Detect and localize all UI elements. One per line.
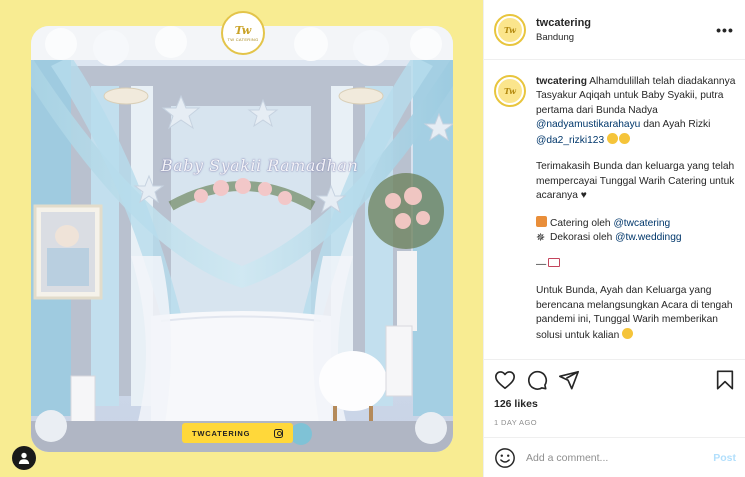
post-header-meta: twcatering Bandung bbox=[536, 17, 715, 43]
caption-paragraph-3: Catering oleh @twcatering ✵ Dekorasi oleh… bbox=[536, 215, 736, 246]
post-photo: Baby Syakii Ramadhan bbox=[31, 26, 453, 452]
caption-avatar[interactable]: Tw bbox=[494, 75, 526, 107]
instagram-icon bbox=[274, 428, 283, 438]
avatar[interactable]: Tw bbox=[494, 13, 526, 46]
header-username[interactable]: twcatering bbox=[536, 17, 715, 29]
post-comment-button[interactable]: Post bbox=[713, 452, 736, 464]
decoration-banner-text: Baby Syakii Ramadhan bbox=[161, 156, 359, 175]
caption-avatar-logo: Tw bbox=[498, 79, 522, 103]
black-heart-icon: ♥ bbox=[580, 190, 587, 202]
more-icon[interactable]: ••• bbox=[715, 22, 735, 38]
post-header: Tw twcatering Bandung ••• bbox=[484, 0, 745, 60]
mention-tw-weddingg[interactable]: @tw.weddingg bbox=[615, 232, 681, 243]
person-glyph bbox=[18, 452, 30, 464]
caption-paragraph-dash: — bbox=[536, 257, 736, 272]
dash-text: — bbox=[536, 258, 547, 270]
heart-icon[interactable] bbox=[494, 369, 516, 391]
post-actions: 126 likes 1 DAY AGO bbox=[484, 359, 745, 427]
action-icons bbox=[494, 368, 736, 392]
bento-box-icon bbox=[536, 215, 547, 227]
post-timestamp[interactable]: 1 DAY AGO bbox=[494, 418, 736, 427]
smiley-icon[interactable] bbox=[494, 447, 516, 469]
decoration-photo-illustration bbox=[31, 26, 453, 452]
caption-area: Tw twcatering Alhamdulillah telah diadak… bbox=[484, 61, 745, 359]
mention-rizki[interactable]: @da2_rizki123 bbox=[536, 135, 604, 146]
mention-nadya[interactable]: @nadyamustikarahayu bbox=[536, 119, 640, 130]
comment-icon[interactable] bbox=[526, 369, 548, 391]
brand-label: TWCATERING bbox=[192, 428, 251, 438]
post-side-panel: Tw twcatering Bandung ••• Tw twcatering … bbox=[483, 0, 745, 477]
logo-mark: Tw bbox=[234, 23, 252, 37]
comment-box: Post bbox=[484, 437, 745, 477]
likes-count[interactable]: 126 likes bbox=[494, 398, 736, 410]
caption-paragraph-1: twcatering Alhamdulillah telah diadakann… bbox=[536, 75, 736, 148]
smiling-face-icon bbox=[606, 132, 618, 144]
dekor-line: Dekorasi oleh bbox=[550, 232, 613, 244]
comment-input[interactable] bbox=[526, 451, 714, 464]
envelope-icon bbox=[548, 257, 561, 267]
user-tag-icon[interactable] bbox=[12, 446, 36, 470]
caption-text-2: Terimakasih Bunda dan keluarga yang tela… bbox=[536, 161, 735, 202]
smiling-face-icon bbox=[622, 327, 634, 339]
caption-text-4: Untuk Bunda, Ayah dan Keluarga yang bere… bbox=[536, 285, 733, 341]
caption-body: twcatering Alhamdulillah telah diadakann… bbox=[536, 75, 736, 359]
caption-paragraph-2: Terimakasih Bunda dan keluarga yang tela… bbox=[536, 160, 736, 203]
bookmark-icon[interactable] bbox=[714, 369, 736, 391]
header-location[interactable]: Bandung bbox=[536, 32, 715, 43]
catering-logo: Tw TW CATERING bbox=[221, 11, 265, 55]
caption-text-1b: dan Ayah Rizki bbox=[643, 119, 711, 131]
mention-twcatering[interactable]: @twcatering bbox=[613, 218, 670, 229]
catering-line: Catering oleh bbox=[550, 217, 611, 229]
caption-paragraph-4: Untuk Bunda, Ayah dan Keluarga yang bere… bbox=[536, 284, 736, 343]
logo-subtext: TW CATERING bbox=[227, 36, 259, 42]
avatar-logo: Tw bbox=[498, 17, 522, 42]
share-icon[interactable] bbox=[558, 369, 580, 391]
post-media[interactable]: Baby Syakii Ramadhan Tw TW CATERING TWCA… bbox=[0, 0, 483, 477]
smiling-face-icon bbox=[618, 132, 630, 144]
sparkle-icon: ✵ bbox=[536, 232, 546, 245]
caption-username[interactable]: twcatering bbox=[536, 76, 587, 87]
brand-pill: TWCATERING bbox=[182, 423, 293, 443]
